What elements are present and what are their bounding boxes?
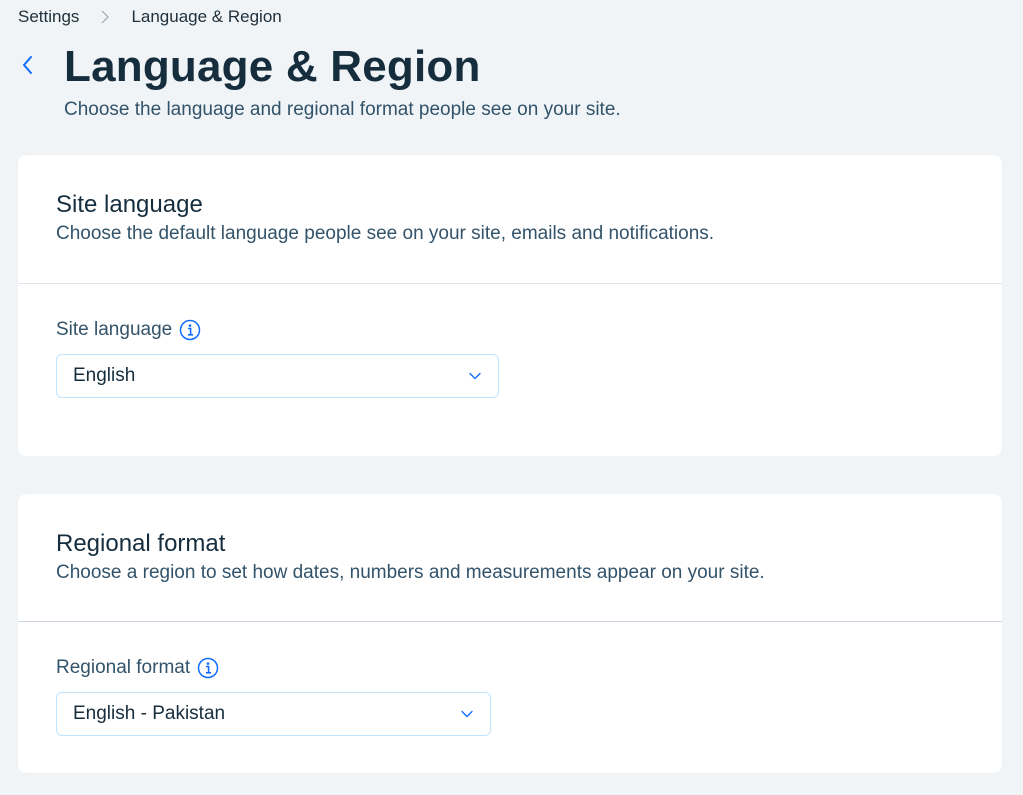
regional-format-label-row: Regional format [56,656,964,680]
breadcrumb: Settings Language & Region [18,6,282,28]
site-language-field-label: Site language [56,319,173,340]
site-language-dropdown[interactable]: English [56,354,499,398]
site-language-card-body: Site language English [18,318,1002,398]
breadcrumb-settings-link[interactable]: Settings [18,7,79,27]
site-language-label-row: Site language [56,318,964,342]
regional-format-card-body: Regional format English - Pakistan [18,656,1002,736]
divider [18,621,1002,622]
regional-format-field-label: Regional format [56,657,191,678]
regional-format-card-title: Regional format [56,530,226,557]
regional-format-card-header: Regional format Choose a region to set h… [18,494,1002,621]
site-language-card-header: Site language Choose the default languag… [18,155,1002,283]
site-language-selected-value: English [73,365,136,386]
chevron-down-icon [460,707,474,721]
regional-format-selected-value: English - Pakistan [73,703,226,724]
site-language-card-description: Choose the default language people see o… [56,223,715,244]
regional-format-dropdown[interactable]: English - Pakistan [56,692,491,736]
info-icon[interactable] [179,319,201,341]
info-icon[interactable] [197,657,219,679]
site-language-card-title: Site language [56,191,203,218]
site-language-card: Site language Choose the default languag… [18,155,1002,456]
breadcrumb-current: Language & Region [131,7,282,26]
chevron-down-icon [468,369,482,383]
regional-format-card: Regional format Choose a region to set h… [18,494,1002,773]
regional-format-card-description: Choose a region to set how dates, number… [56,562,765,583]
chevron-right-icon [101,10,110,24]
page-title: Language & Region [64,42,481,91]
chevron-left-icon [21,55,33,80]
back-button[interactable] [14,52,40,82]
divider [18,283,1002,284]
page-subtitle: Choose the language and regional format … [64,99,621,120]
